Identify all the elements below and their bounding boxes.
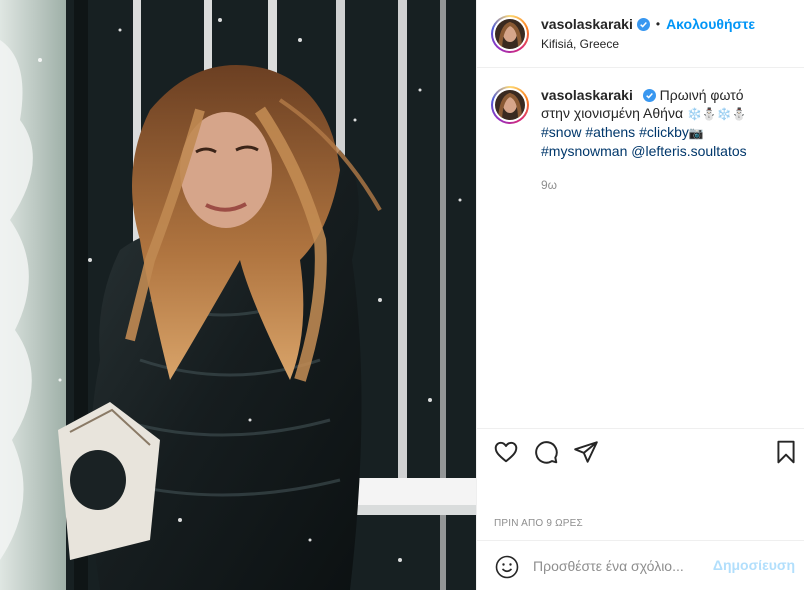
hashtag-link[interactable]: #snow [541, 124, 581, 140]
paper-plane-icon[interactable] [573, 439, 599, 465]
relative-time[interactable]: 9ω [541, 176, 771, 194]
username-link[interactable]: vasolaskaraki [541, 17, 633, 31]
post-photo[interactable] [0, 0, 476, 590]
comment-bubble-icon[interactable] [533, 439, 559, 465]
comment-input[interactable] [533, 553, 703, 579]
caption-username-link[interactable]: vasolaskaraki [541, 87, 633, 103]
hashtag-link[interactable]: #mysnowman [541, 143, 627, 159]
follow-button[interactable]: Ακολουθήστε [666, 17, 755, 31]
action-bar [477, 428, 804, 476]
location-link[interactable]: Kifisiá, Greece [541, 38, 755, 50]
camera-emoji: 📷 [688, 126, 704, 140]
hashtag-link[interactable]: #athens [585, 124, 635, 140]
post-date: ΠΡΙΝ ΑΠΟ 9 ΩΡΕΣ [494, 518, 583, 529]
caption-avatar[interactable] [491, 86, 529, 124]
post-comment-button[interactable]: Δημοσίευση [713, 557, 795, 573]
post-image [0, 0, 476, 590]
bookmark-icon[interactable] [773, 439, 799, 465]
heart-icon[interactable] [493, 439, 519, 465]
avatar[interactable] [491, 14, 529, 53]
post-header: vasolaskaraki • Ακολουθήστε Kifisiá, Gre… [477, 0, 804, 68]
caption-avatar-image [495, 90, 525, 120]
avatar-image [495, 18, 525, 49]
mention-link[interactable]: @lefteris.soultatos [631, 143, 746, 159]
caption-emojis: ❄️⛄❄️⛄ [686, 107, 747, 121]
caption-verified-badge-icon [642, 89, 656, 102]
comment-bar: Δημοσίευση [477, 540, 804, 590]
post-details-panel: vasolaskaraki • Ακολουθήστε Kifisiá, Gre… [476, 0, 804, 590]
smiley-icon[interactable] [495, 555, 519, 579]
caption: vasolaskaraki Πρωινή φωτό στην χιονισμέν… [477, 68, 804, 194]
hashtag-link[interactable]: #clickby [639, 124, 689, 140]
verified-badge-icon [636, 17, 650, 31]
separator-dot: • [655, 17, 661, 31]
